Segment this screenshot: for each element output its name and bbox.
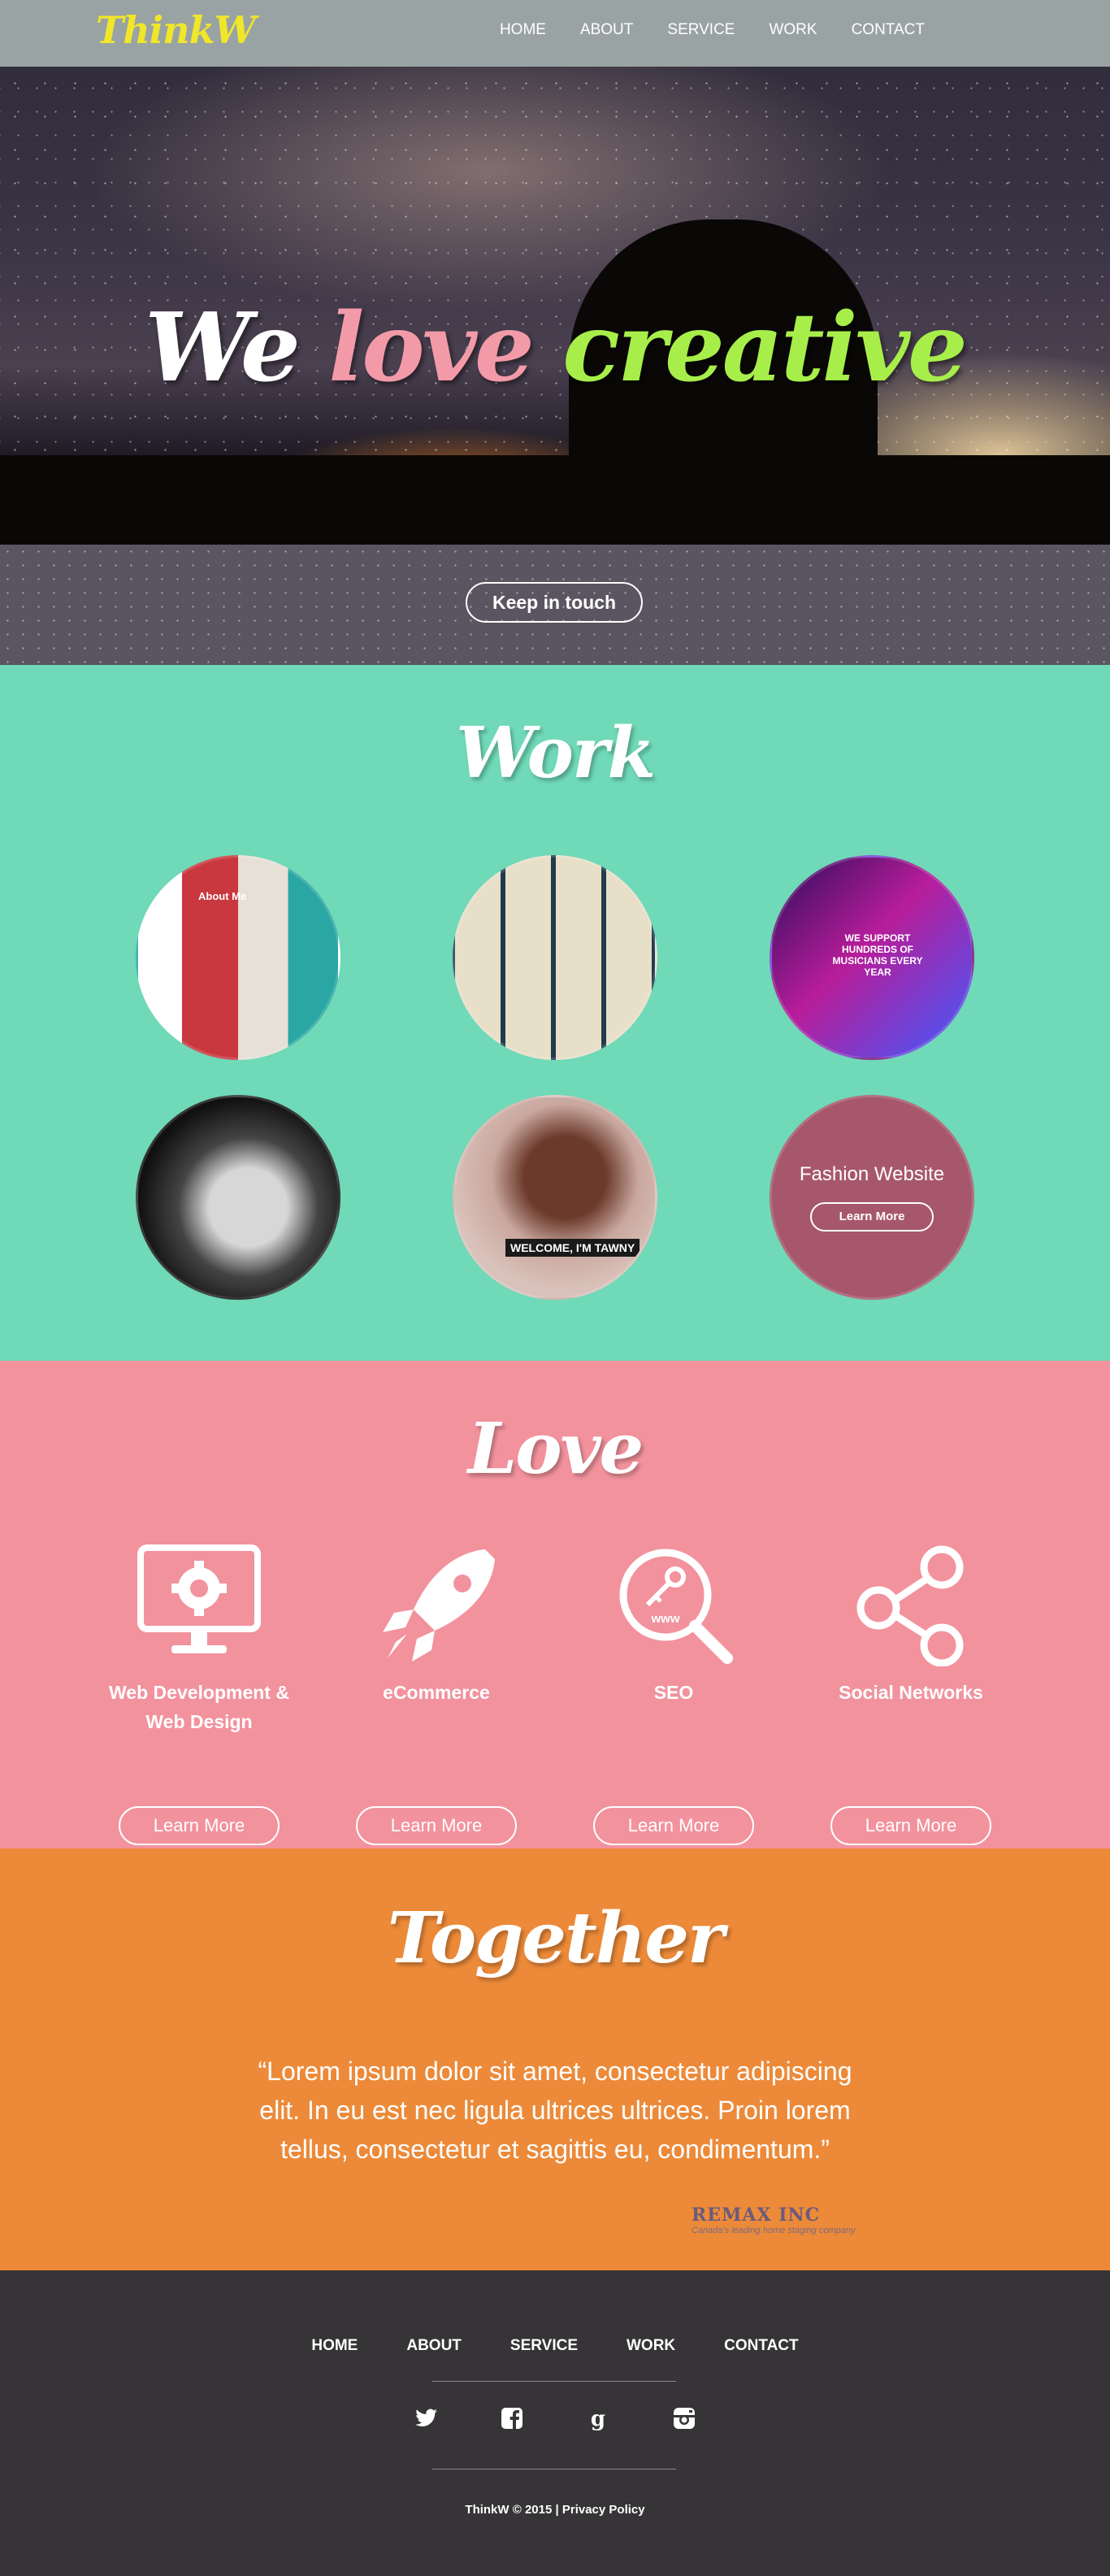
footer-service-link[interactable]: SERVICE: [510, 2337, 578, 2355]
hero-ground: [0, 455, 1110, 545]
work-item-label: About Me: [198, 890, 247, 902]
footer-divider: [432, 2381, 676, 2382]
rocket-icon: [383, 1549, 495, 1662]
nav-about-link[interactable]: ABOUT: [580, 21, 633, 39]
hero-section: We love creative Keep in touch: [0, 0, 1110, 665]
nav-contact-link[interactable]: CONTACT: [852, 21, 925, 39]
together-title: Together: [387, 1897, 725, 1979]
share-icon: [856, 1545, 964, 1666]
services-row: Web Development & Web Design Learn More …: [0, 1544, 1110, 1845]
footer-nav: HOME ABOUT SERVICE WORK CONTACT: [0, 2337, 1110, 2355]
hero-word-creative: creative: [562, 293, 968, 403]
svg-text:www: www: [650, 1612, 679, 1626]
testimonial-client: REMAX INC Canada's leading home staging …: [692, 2205, 870, 2235]
web-dev-learn-more-button[interactable]: Learn More: [119, 1806, 280, 1845]
service-label: Social Networks: [839, 1682, 983, 1703]
footer-divider: [432, 2469, 676, 2470]
footer-contact-link[interactable]: CONTACT: [724, 2337, 798, 2355]
hero-word-love: love: [328, 293, 535, 403]
footer-home-link[interactable]: HOME: [311, 2337, 358, 2355]
facebook-icon[interactable]: [499, 2405, 525, 2431]
work-item-portrait[interactable]: [136, 1095, 340, 1300]
svg-text:g: g: [591, 2407, 605, 2431]
nav-work-link[interactable]: WORK: [769, 21, 817, 39]
nav-home-link[interactable]: HOME: [500, 21, 546, 39]
client-name: REMAX INC: [692, 2205, 821, 2226]
copyright-link[interactable]: ThinkW © 2015 | Privacy Policy: [465, 2503, 644, 2517]
monitor-gear-icon: [137, 1544, 261, 1653]
love-title: Love: [467, 1408, 644, 1490]
footer-about-link[interactable]: ABOUT: [406, 2337, 462, 2355]
work-item-fashion[interactable]: Fashion Website Learn More: [770, 1095, 974, 1300]
instagram-icon[interactable]: [671, 2405, 697, 2431]
hero-word-we: We: [145, 293, 301, 403]
social-links: g: [0, 2405, 1110, 2431]
footer: HOME ABOUT SERVICE WORK CONTACT g ThinkW…: [0, 2270, 1110, 2576]
fashion-learn-more-button[interactable]: Learn More: [810, 1202, 934, 1232]
work-section: Work About Me WE SUPPORT HUNDREDS OF MUS…: [0, 665, 1110, 1361]
nav-links: HOME ABOUT SERVICE WORK CONTACT: [500, 21, 925, 39]
search-key-icon: www: [619, 1549, 733, 1664]
service-seo: www SEO Learn More: [568, 1544, 779, 1845]
copyright-text: ThinkW © 2015 | Privacy Policy: [0, 2503, 1110, 2517]
logo[interactable]: ThinkW: [96, 8, 256, 52]
client-tagline: Canada's leading home staging company: [692, 2226, 856, 2235]
seo-learn-more-button[interactable]: Learn More: [593, 1806, 754, 1845]
twitter-icon[interactable]: [413, 2405, 439, 2431]
hero-title: We love creative: [0, 293, 1110, 403]
work-item-title: Fashion Website: [799, 1163, 945, 1185]
love-section: Love Web Development & Web Design Learn …: [0, 1361, 1110, 1848]
work-item-art-gallery[interactable]: [453, 855, 657, 1060]
work-item-label: WELCOME, I'M TAWNY: [505, 1239, 640, 1257]
service-web-development: Web Development & Web Design Learn More: [93, 1544, 305, 1845]
nav-service-link[interactable]: SERVICE: [667, 21, 735, 39]
work-item-label: WE SUPPORT HUNDREDS OF MUSICIANS EVERY Y…: [832, 932, 923, 978]
work-item-overlay: Fashion Website Learn More: [772, 1097, 972, 1297]
keep-in-touch-button[interactable]: Keep in touch: [466, 582, 643, 623]
work-item-tawny[interactable]: WELCOME, I'M TAWNY: [453, 1095, 657, 1300]
social-learn-more-button[interactable]: Learn More: [830, 1806, 991, 1845]
work-title: Work: [456, 712, 656, 794]
work-item-music[interactable]: WE SUPPORT HUNDREDS OF MUSICIANS EVERY Y…: [770, 855, 974, 1060]
ecommerce-learn-more-button[interactable]: Learn More: [356, 1806, 517, 1845]
service-label: SEO: [653, 1682, 694, 1703]
together-section: Together “Lorem ipsum dolor sit amet, co…: [0, 1848, 1110, 2270]
work-item-portfolio[interactable]: About Me: [136, 855, 340, 1060]
service-ecommerce: eCommerce Learn More: [331, 1544, 542, 1845]
google-plus-icon[interactable]: g: [585, 2405, 611, 2431]
service-label: Web Development & Web Design: [109, 1682, 289, 1732]
service-label: eCommerce: [383, 1682, 490, 1703]
top-navbar: ThinkW HOME ABOUT SERVICE WORK CONTACT: [0, 0, 1110, 67]
service-social-networks: Social Networks Learn More: [805, 1544, 1017, 1845]
footer-work-link[interactable]: WORK: [627, 2337, 675, 2355]
testimonial-quote: “Lorem ipsum dolor sit amet, consectetur…: [258, 2057, 852, 2164]
